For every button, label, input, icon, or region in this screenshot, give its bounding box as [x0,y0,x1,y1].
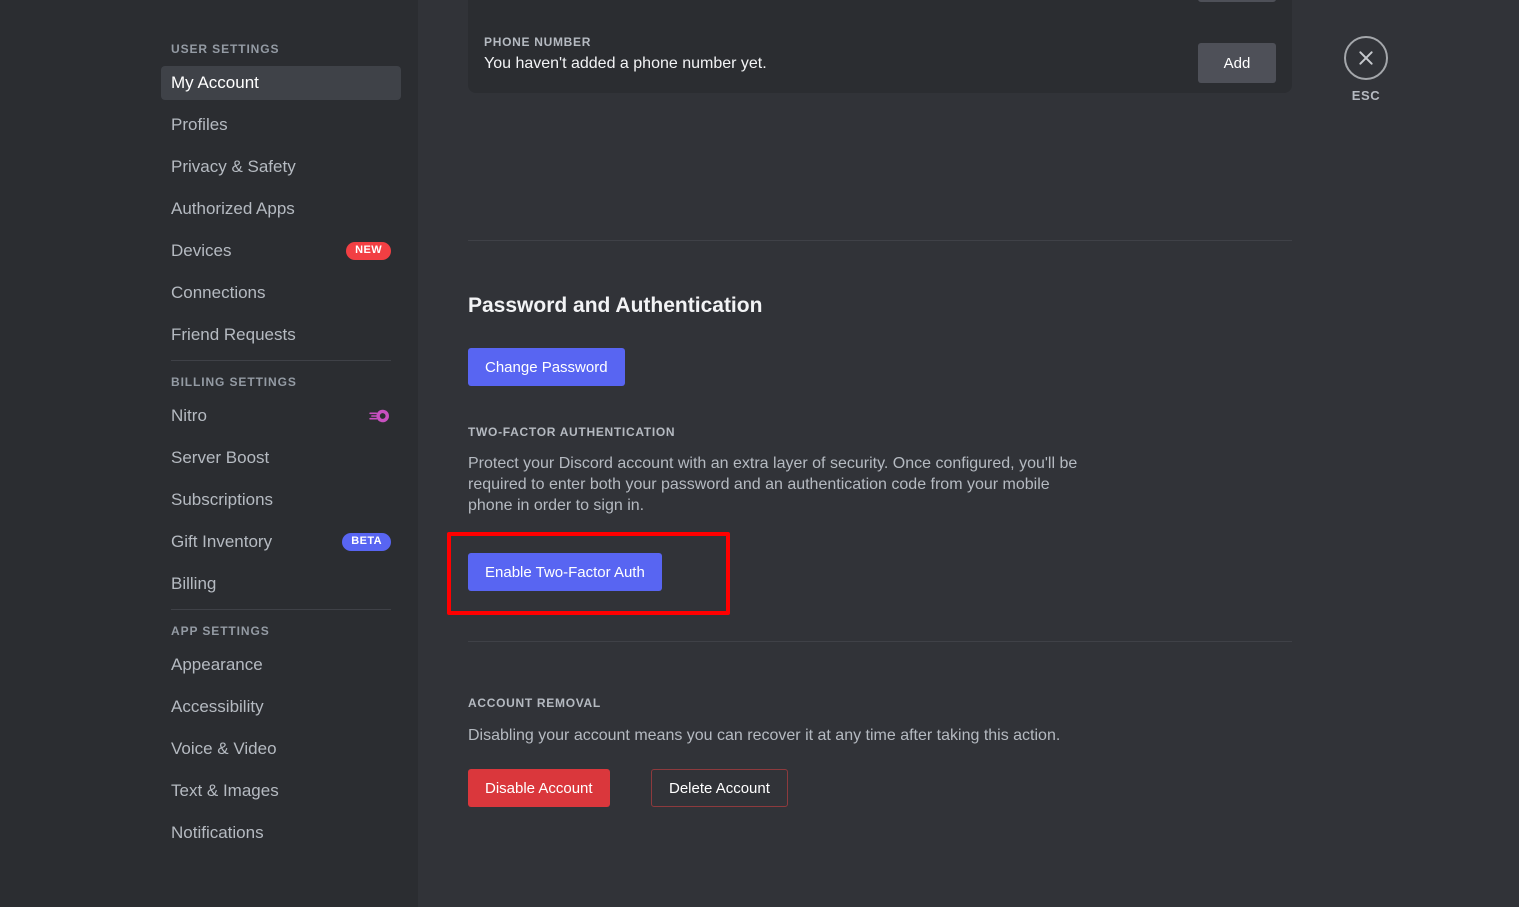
phone-value: You haven't added a phone number yet. [484,55,767,72]
sidebar-item-label: Billing [171,574,217,593]
sidebar-item-label: Server Boost [171,448,270,467]
enable-two-factor-auth-button[interactable]: Enable Two-Factor Auth [468,553,662,591]
sidebar-item-label: Appearance [171,655,263,674]
settings-content-panel: EMAIL **********@gmail.comReveal Edit PH… [418,0,1519,907]
sidebar-separator [171,609,391,610]
nitro-icon [369,409,389,423]
sidebar-item-my-account[interactable]: My Account [161,66,401,100]
delete-account-button[interactable]: Delete Account [651,769,788,807]
account-removal-label: ACCOUNT REMOVAL [468,696,601,710]
sidebar-item-label: Text & Images [171,781,279,800]
sidebar-section-header: APP SETTINGS [171,624,270,638]
sidebar-item-label: My Account [171,73,259,92]
sidebar-item-label: Friend Requests [171,325,296,344]
add-phone-button[interactable]: Add [1198,43,1276,83]
sidebar-section-header: BILLING SETTINGS [171,375,297,389]
section-divider-top [468,240,1292,241]
sidebar-item-billing[interactable]: Billing [161,567,401,601]
sidebar-item-subscriptions[interactable]: Subscriptions [161,483,401,517]
password-section-title: Password and Authentication [468,294,763,317]
sidebar-item-gift-inventory[interactable]: Gift Inventory BETA [161,525,401,559]
disable-account-button[interactable]: Disable Account [468,769,610,807]
sidebar-item-label: Devices [171,241,232,260]
sidebar-item-label: Gift Inventory [171,532,273,551]
account-info-card: EMAIL **********@gmail.comReveal Edit PH… [468,0,1292,93]
sidebar-badge-new: NEW [346,242,391,260]
esc-label: ESC [1351,88,1381,103]
sidebar-item-authorized-apps[interactable]: Authorized Apps [161,192,401,226]
sidebar-item-voice-video[interactable]: Voice & Video [161,732,401,766]
sidebar-item-friend-requests[interactable]: Friend Requests [161,318,401,352]
sidebar-item-text-images[interactable]: Text & Images [161,774,401,808]
sidebar-item-connections[interactable]: Connections [161,276,401,310]
sidebar-item-label: Connections [171,283,266,302]
account-removal-description: Disabling your account means you can rec… [468,727,1061,744]
sidebar-separator [171,360,391,361]
close-settings-button[interactable]: ESC [1338,36,1394,103]
sidebar-item-accessibility[interactable]: Accessibility [161,690,401,724]
edit-email-button[interactable]: Edit [1198,0,1276,2]
sidebar-item-label: Profiles [171,115,228,134]
close-icon [1344,36,1388,80]
sidebar-item-label: Notifications [171,823,264,842]
section-divider-bottom [468,641,1292,642]
change-password-button[interactable]: Change Password [468,348,625,386]
sidebar-badge-beta: BETA [342,533,391,551]
discord-user-settings-window: USER SETTINGS My Account Profiles Privacy &… [0,0,1519,907]
sidebar-item-label: Privacy & Safety [171,157,296,176]
phone-label: PHONE NUMBER [484,35,592,49]
sidebar-item-profiles[interactable]: Profiles [161,108,401,142]
sidebar-item-devices[interactable]: Devices NEW [161,234,401,268]
two-factor-label: TWO-FACTOR AUTHENTICATION [468,425,676,439]
phone-field-row: PHONE NUMBER You haven't added a phone n… [484,21,1276,83]
sidebar-item-privacy-safety[interactable]: Privacy & Safety [161,150,401,184]
two-factor-description: Protect your Discord account with an ext… [468,455,1078,514]
sidebar-item-label: Nitro [171,406,207,425]
sidebar-item-label: Authorized Apps [171,199,295,218]
sidebar-item-notifications[interactable]: Notifications [161,816,401,850]
sidebar-item-label: Accessibility [171,697,264,716]
sidebar-nav-list[interactable]: USER SETTINGS My Account Profiles Privacy &… [161,0,401,907]
sidebar-item-server-boost[interactable]: Server Boost [161,441,401,475]
sidebar-item-nitro[interactable]: Nitro [161,399,401,433]
sidebar-item-appearance[interactable]: Appearance [161,648,401,682]
sidebar-item-label: Voice & Video [171,739,277,758]
sidebar-section-header: USER SETTINGS [171,42,280,56]
sidebar-item-label: Subscriptions [171,490,274,509]
